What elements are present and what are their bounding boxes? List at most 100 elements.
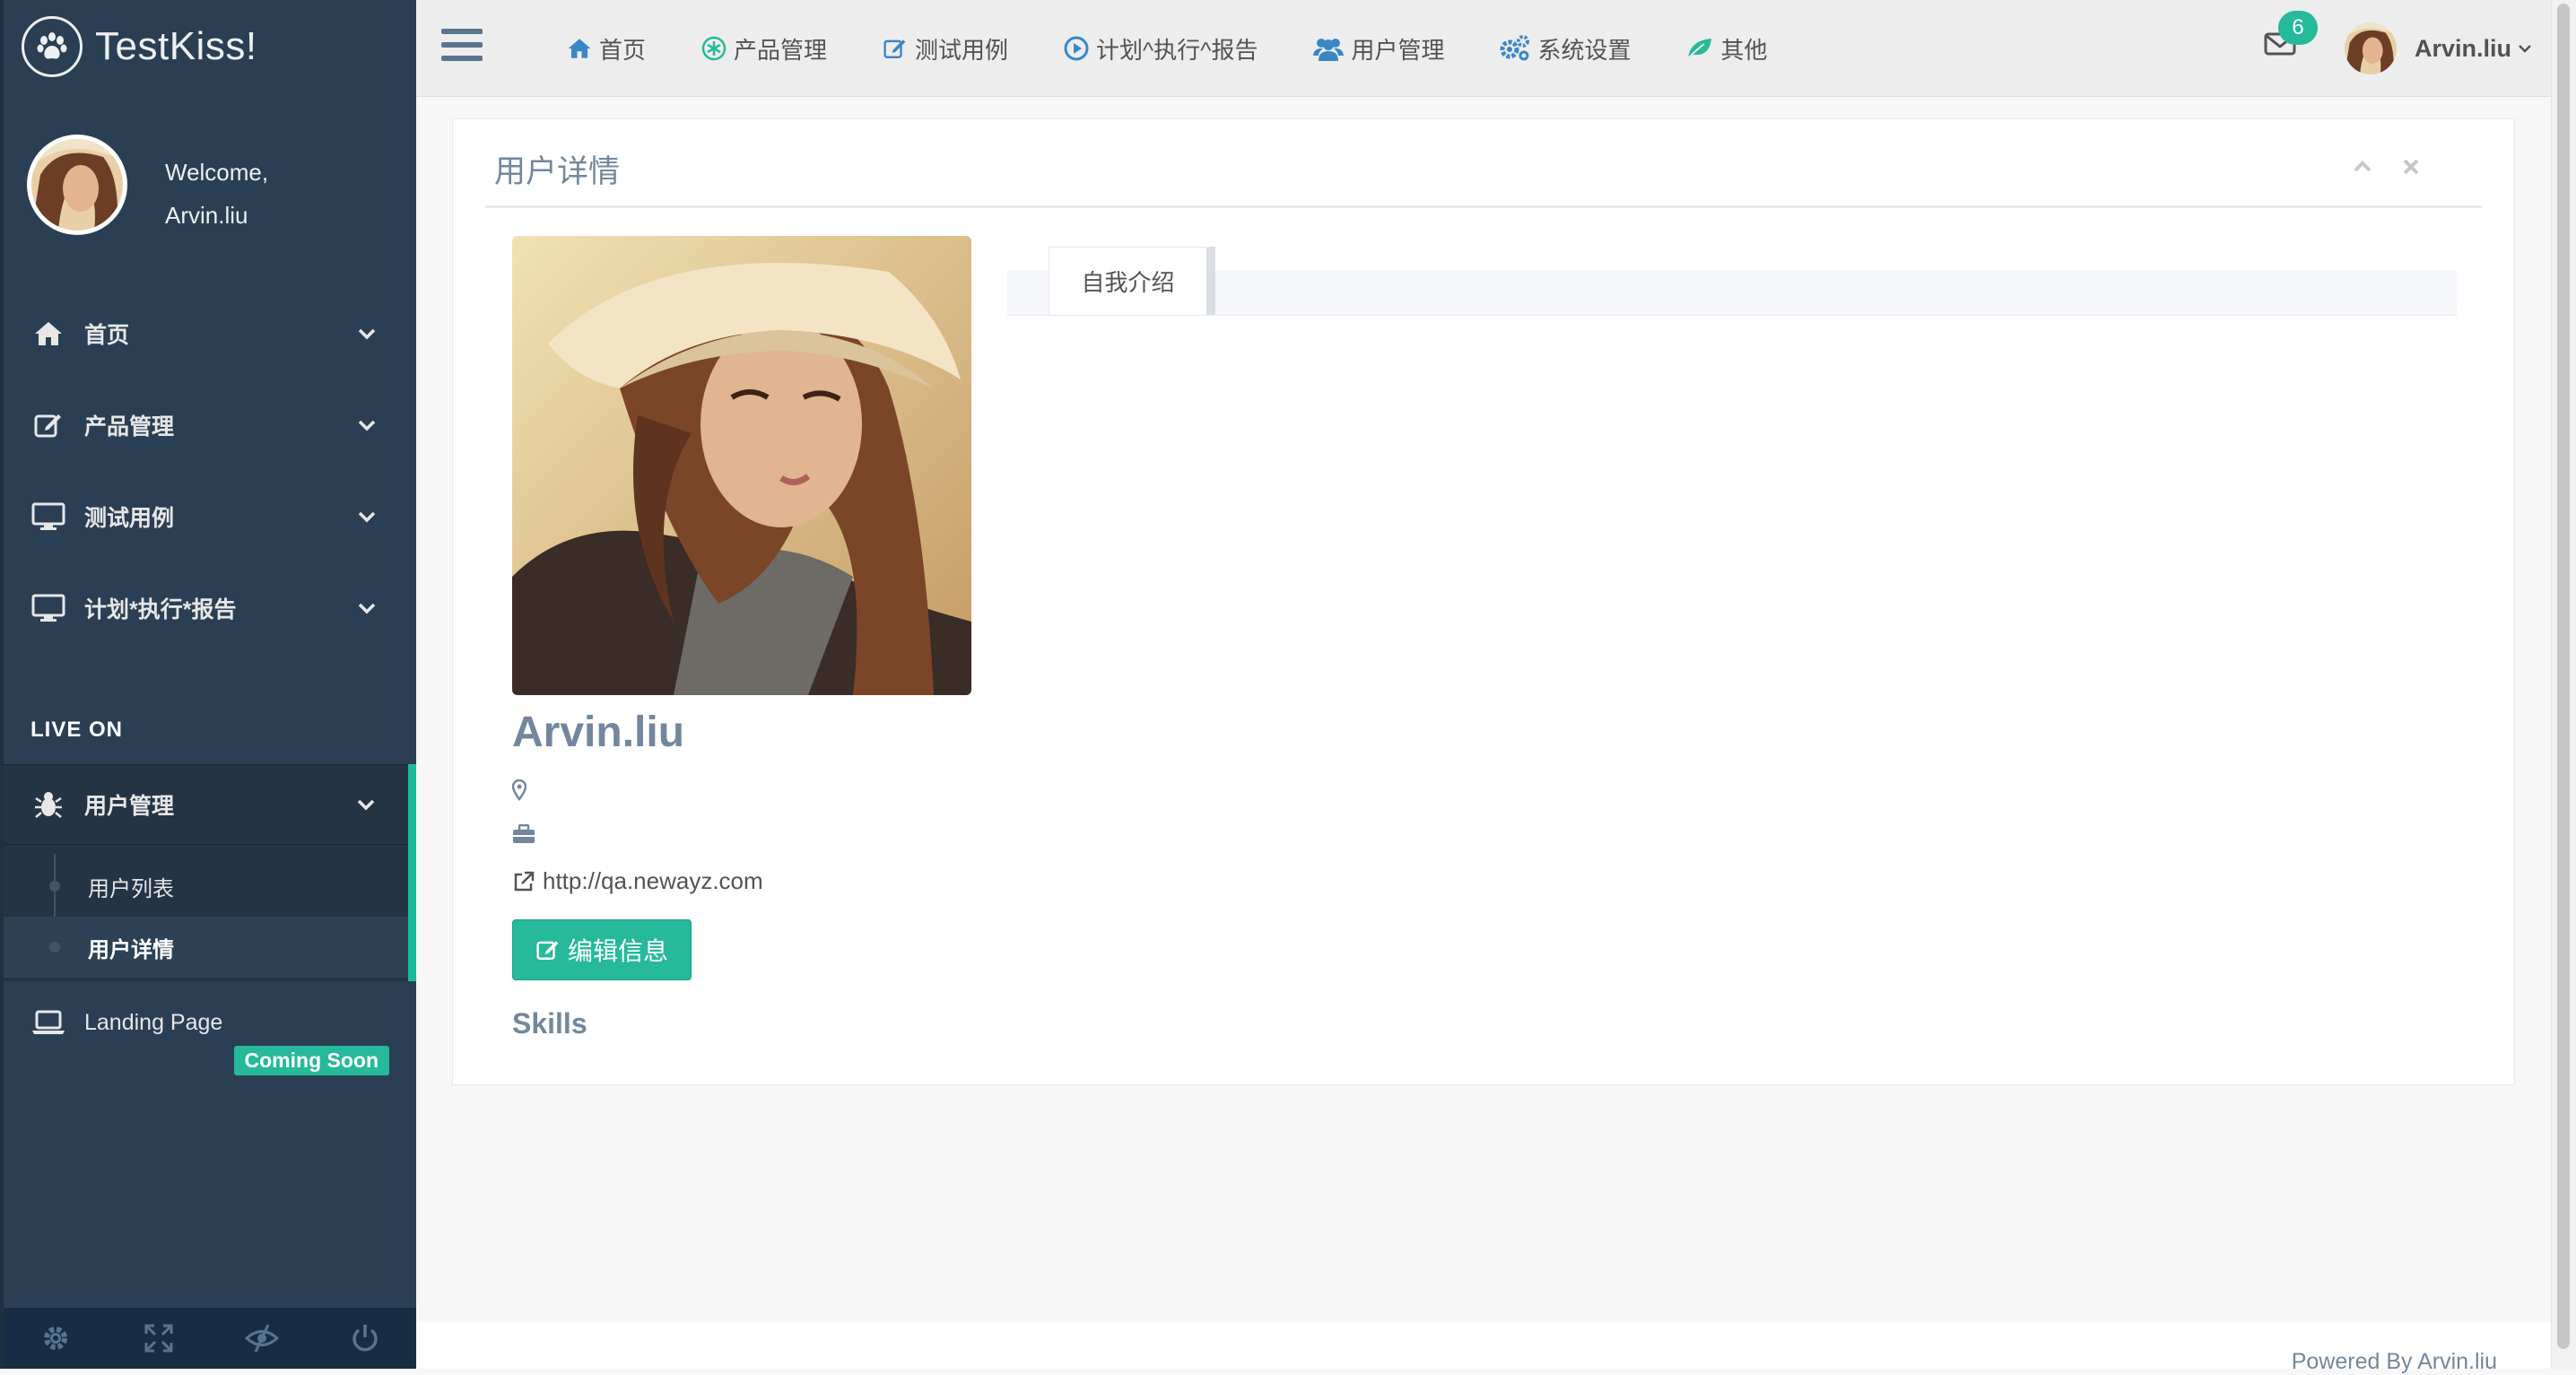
avatar [2345,22,2397,74]
avatar [27,135,127,235]
topnav-testcases[interactable]: 测试用例 [883,32,1008,65]
top-nav: 首页 产品管理 测试用例 计划^执行^报告 用户管理 系统设置 其他 [567,0,1823,97]
bullet-icon [49,881,60,892]
panel-toolbox [2351,155,2423,178]
users-icon [1313,39,1345,61]
welcome-block: Welcome, Arvin.liu [165,151,268,237]
sidebar-item-landing-page[interactable]: Landing Page Coming Soon [4,994,416,1083]
welcome-text: Welcome, [165,159,269,186]
topnav-label: 其他 [1720,36,1768,64]
topnav-label: 用户管理 [1351,36,1445,64]
menu-toggle-icon[interactable] [441,27,483,63]
user-dropdown-label: Arvin.liu [2415,34,2512,62]
brand-name: TestKiss! [95,24,257,68]
tab-self-introduction[interactable]: 自我介绍 [1049,247,1215,315]
desktop-icon [30,590,66,626]
coming-soon-badge: Coming Soon [233,1046,389,1075]
page-title: 用户详情 [494,154,621,189]
user-detail-panel: 用户详情 Arvin.liu http://qa.newayz.com 编辑信息… [452,118,2515,1085]
paw-icon [22,16,83,77]
settings-icon[interactable] [4,1308,107,1369]
sidebar-subitem-label: 用户详情 [88,937,174,962]
brand[interactable]: TestKiss! [22,14,257,79]
sidebar-item-label: 测试用例 [84,506,175,531]
asterisk-icon [701,36,727,61]
sidebar-item-label: 首页 [84,323,130,348]
profile-name: Arvin.liu [512,709,685,756]
sidebar: TestKiss! Welcome, Arvin.liu 首页 产品管理 测试用… [0,0,416,1369]
sidebar-group-users: 用户管理 用户列表 用户详情 [4,764,416,981]
topnav-label: 首页 [599,36,647,64]
topnav-home[interactable]: 首页 [567,32,646,65]
topnav-label: 产品管理 [734,36,828,64]
sidebar-item-label: 用户管理 [84,794,175,819]
sidebar-item-users[interactable]: 用户管理 [4,764,408,845]
laptop-icon [30,1005,66,1040]
edit-icon [536,941,559,960]
chevron-down-icon [2519,45,2531,53]
home-icon [568,39,591,58]
cogs-icon [1500,35,1530,61]
sidebar-subitem-label: 用户列表 [88,876,174,901]
page-footer: Powered By Arvin.liu [416,1322,2551,1374]
eye-slash-icon[interactable] [210,1308,313,1369]
briefcase-icon [513,824,535,843]
sidebar-subitem-user-detail[interactable]: 用户详情 [4,917,408,978]
topnav-users[interactable]: 用户管理 [1313,32,1444,65]
edit-icon [30,407,66,443]
desktop-icon [30,499,66,535]
chevron-down-icon [358,511,376,523]
collapse-icon[interactable] [2351,155,2374,178]
sidebar-footer [4,1308,416,1369]
top-navbar: 首页 产品管理 测试用例 计划^执行^报告 用户管理 系统设置 其他 6 Arv… [416,0,2551,97]
topnav-other[interactable]: 其他 [1686,32,1768,65]
page-scrollbar[interactable] [2551,0,2576,1369]
profile-photo [512,236,971,695]
edit-icon [883,39,906,58]
footer-credit: Powered By Arvin.liu [2291,1349,2497,1374]
website-link[interactable]: http://qa.newayz.com [543,867,763,895]
landing-row: Landing Page [4,994,416,1051]
job-row [512,824,546,844]
edit-profile-label: 编辑信息 [567,937,668,965]
topnav-label: 测试用例 [915,36,1009,64]
welcome-username: Arvin.liu [165,202,248,229]
play-circle-icon [1064,36,1089,61]
location-row [512,779,537,801]
external-link-icon [514,871,535,891]
map-marker-icon [512,779,527,801]
mail-count-badge: 6 [2278,11,2318,45]
chevron-down-icon [357,799,375,811]
edit-profile-button[interactable]: 编辑信息 [512,919,692,980]
bullet-icon [49,942,60,953]
sidebar-item-label: 计划*执行*报告 [84,597,237,622]
sidebar-item-label: Landing Page [84,1009,223,1035]
leaf-icon [1687,39,1712,59]
close-icon[interactable] [2399,155,2423,178]
chevron-down-icon [358,603,376,614]
section-title: LIVE ON [30,718,124,742]
scrollbar-thumb[interactable] [2557,4,2570,1349]
sidebar-item-label: 产品管理 [84,414,175,439]
sidebar-item-testcases[interactable]: 测试用例 [4,472,416,561]
sidebar-item-home[interactable]: 首页 [4,289,416,379]
sidebar-subitem-user-list[interactable]: 用户列表 [4,856,408,917]
tabs-bar [1007,270,2457,316]
user-dropdown[interactable]: Arvin.liu [2345,22,2533,75]
bug-icon [30,787,66,822]
sidebar-item-plans[interactable]: 计划*执行*报告 [4,563,416,653]
topnav-label: 系统设置 [1537,36,1632,64]
topnav-plans[interactable]: 计划^执行^报告 [1064,32,1258,65]
home-icon [30,316,66,352]
power-icon[interactable] [313,1308,416,1369]
chevron-down-icon [358,328,376,340]
skills-heading: Skills [512,1007,587,1040]
fullscreen-icon[interactable] [107,1308,210,1369]
topnav-settings[interactable]: 系统设置 [1500,32,1631,65]
divider [485,205,2482,208]
website-row[interactable]: http://qa.newayz.com [512,867,763,895]
topnav-label: 计划^执行^报告 [1096,36,1258,64]
chevron-down-icon [358,420,376,431]
sidebar-item-products[interactable]: 产品管理 [4,380,416,470]
topnav-products[interactable]: 产品管理 [701,32,827,65]
